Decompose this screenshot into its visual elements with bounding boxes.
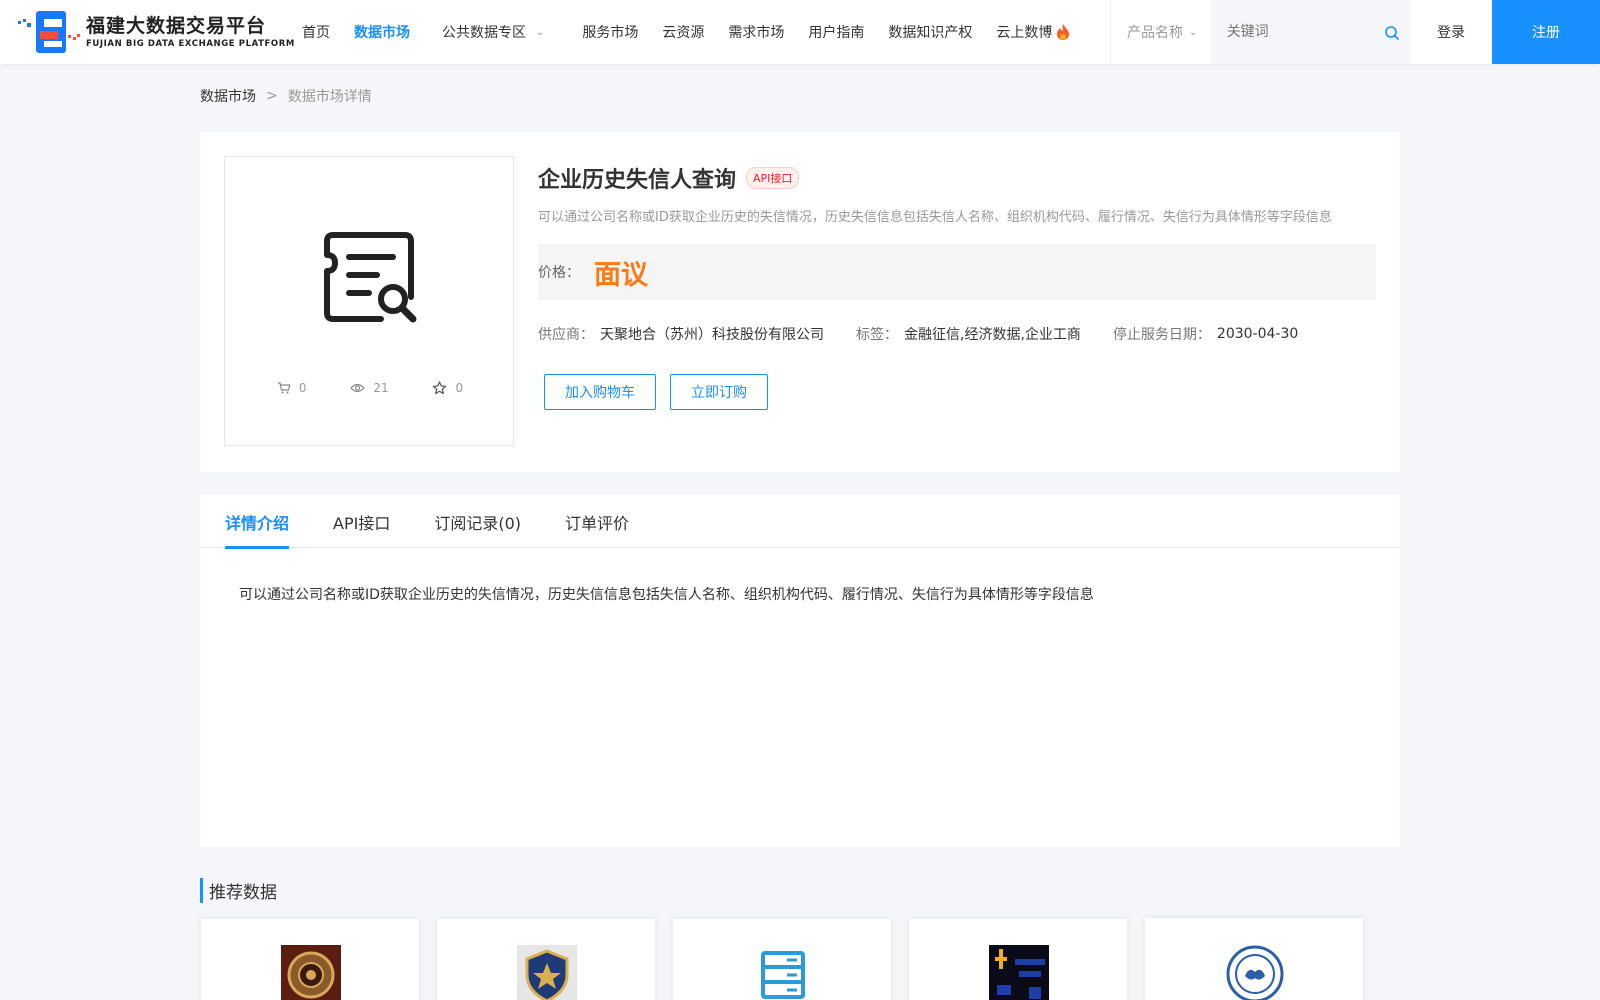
nav-label: 云资源 (662, 25, 705, 41)
stat-cart: 0 (277, 381, 307, 395)
stat-views: 21 (350, 381, 389, 395)
end-date-label: 停止服务日期： (1112, 327, 1211, 343)
nav-label: 数据知识产权 (888, 25, 973, 41)
end-date-value: 2030-04-30 (1216, 326, 1299, 342)
tab-subscription-records[interactable]: 订阅记录(0) (434, 495, 521, 548)
product-meta: 供应商： 天聚地合（苏州）科技股份有限公司 标签： 金融征信,经济数据,企业工商… (538, 324, 1376, 344)
product-card: 0 21 0 企业历史失信人查询 API接口 可以通过公司名称或ID获取企业历史… (200, 132, 1400, 472)
nav-label: 数据市场 (354, 25, 410, 41)
nav-label: 公共数据专区 (442, 25, 526, 41)
search-input[interactable] (1210, 0, 1410, 64)
tab-api[interactable]: API接口 (333, 495, 390, 548)
product-description: 可以通过公司名称或ID获取企业历史的失信情况，历史失信信息包括失信人名称、组织机… (538, 210, 1332, 225)
price-label: 价格： (538, 265, 580, 281)
logo-text: 福建大数据交易平台 FUJIAN BIG DATA EXCHANGE PLATF… (86, 14, 295, 50)
chevron-down-icon: ⌄ (536, 26, 545, 38)
eye-icon (350, 383, 366, 393)
register-button[interactable]: 注册 (1492, 0, 1600, 64)
search-category-select[interactable]: 产品名称 ⌄ (1111, 0, 1211, 64)
nav-label: 服务市场 (582, 25, 639, 41)
breadcrumb-link-data-market[interactable]: 数据市场 (200, 86, 256, 106)
seal-logo-icon (1226, 945, 1284, 1000)
recommend-card[interactable] (1145, 918, 1363, 1000)
favorites-count: 0 (455, 381, 464, 395)
add-to-cart-button[interactable]: 加入购物车 (544, 374, 656, 410)
nav-label: 用户指南 (808, 25, 865, 41)
detail-content: 可以通过公司名称或ID获取企业历史的失信情况，历史失信信息包括失信人名称、组织机… (239, 587, 1094, 603)
cart-count: 0 (298, 381, 307, 395)
shield-emblem-icon (517, 945, 577, 1000)
action-buttons: 加入购物车 立即订购 (538, 374, 1376, 410)
server-icon (761, 951, 805, 999)
breadcrumb-current: 数据市场详情 (287, 89, 372, 105)
tab-order-reviews[interactable]: 订单评价 (565, 495, 629, 548)
logo-subtitle: FUJIAN BIG DATA EXCHANGE PLATFORM (86, 39, 295, 49)
stat-favorites[interactable]: 0 (432, 381, 463, 395)
tab-details[interactable]: 详情介绍 (225, 495, 290, 549)
logo-mark-icon (18, 11, 80, 53)
main-nav: 首页 数据市场 公共数据专区 ⌄ 服务市场 云资源 需求市场 用户指南 数据知识… (302, 0, 1095, 64)
nav-item-home[interactable]: 首页 (302, 22, 330, 42)
recommend-section-title: 推荐数据 (200, 878, 277, 903)
search-icon[interactable] (1384, 25, 1400, 41)
subscribe-now-button[interactable]: 立即订购 (670, 374, 768, 410)
nav-item-demand-market[interactable]: 需求市场 (728, 22, 784, 42)
nav-item-cloud-expo[interactable]: 云上数博 (996, 22, 1071, 42)
nav-item-data-market[interactable]: 数据市场 (354, 22, 410, 42)
supplier-value: 天聚地合（苏州）科技股份有限公司 (600, 327, 824, 343)
search-bar: 产品名称 ⌄ (1110, 0, 1410, 64)
site-logo[interactable]: 福建大数据交易平台 FUJIAN BIG DATA EXCHANGE PLATF… (16, 9, 295, 55)
detail-card: 详情介绍 API接口 订阅记录(0) 订单评价 可以通过公司名称或ID获取企业历… (200, 495, 1400, 847)
breadcrumb-separator: > (266, 88, 278, 104)
product-stats: 0 21 0 (225, 381, 515, 395)
tags-label: 标签： (856, 327, 898, 343)
product-info: 企业历史失信人查询 API接口 可以通过公司名称或ID获取企业历史的失信情况，历… (538, 156, 1376, 410)
chevron-down-icon: ⌄ (1189, 26, 1198, 38)
nav-item-service-market[interactable]: 服务市场 (582, 22, 638, 42)
product-title: 企业历史失信人查询 (538, 168, 737, 193)
nav-label: 云上数博 (996, 25, 1053, 41)
nav-item-cloud-resources[interactable]: 云资源 (662, 22, 704, 42)
nav-item-data-ip[interactable]: 数据知识产权 (888, 22, 972, 42)
login-button[interactable]: 登录 (1410, 0, 1492, 64)
recommend-card[interactable] (201, 919, 419, 1000)
logo-title: 福建大数据交易平台 (86, 15, 267, 37)
views-count: 21 (373, 381, 389, 395)
nav-item-user-guide[interactable]: 用户指南 (808, 22, 864, 42)
price-value: 面议 (594, 259, 648, 291)
price-box: 价格： 面议 (538, 244, 1376, 300)
nav-label: 需求市场 (728, 25, 785, 41)
cart-icon (277, 382, 291, 394)
fire-icon (1057, 24, 1070, 40)
title-row: 企业历史失信人查询 API接口 (538, 156, 1376, 200)
recommend-card[interactable] (909, 919, 1127, 1000)
star-icon (433, 381, 447, 395)
supplier-label: 供应商： (538, 327, 594, 343)
shield-badge-icon (281, 945, 341, 1000)
nav-label: 首页 (302, 25, 330, 41)
breadcrumb: 数据市场 > 数据市场详情 (200, 86, 372, 106)
recommend-card[interactable] (437, 919, 655, 1000)
detail-tabs: 详情介绍 API接口 订阅记录(0) 订单评价 (200, 495, 1400, 549)
top-header: 福建大数据交易平台 FUJIAN BIG DATA EXCHANGE PLATF… (0, 0, 1600, 64)
tags-value: 金融征信,经济数据,企业工商 (904, 327, 1081, 343)
api-badge: API接口 (746, 167, 800, 189)
chart-thumbnail-icon (989, 945, 1049, 1000)
nav-item-public-data[interactable]: 公共数据专区 ⌄ (442, 22, 544, 42)
product-thumbnail: 0 21 0 (224, 156, 514, 446)
document-search-icon (324, 232, 417, 323)
recommend-card[interactable] (673, 919, 891, 1000)
search-category-label: 产品名称 (1127, 25, 1183, 41)
